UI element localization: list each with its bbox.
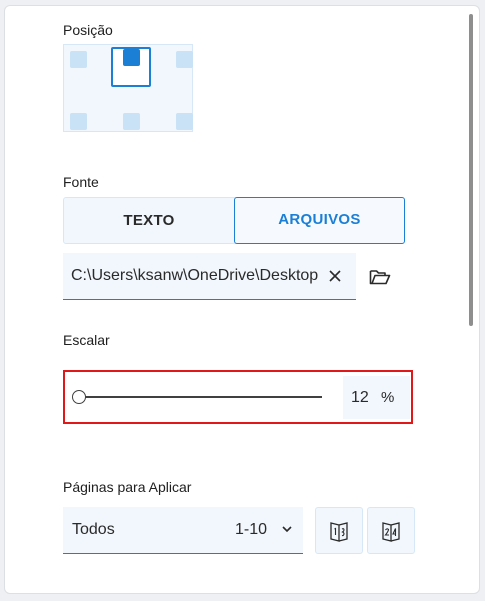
scale-slider-track[interactable] — [76, 396, 322, 398]
pages-selected-value[interactable]: Todos — [72, 521, 115, 539]
folder-open-icon[interactable] — [369, 268, 391, 286]
source-toggle: TEXTO ARQUIVOS — [63, 197, 405, 244]
position-bottom-center[interactable] — [123, 113, 140, 130]
position-bottom-right[interactable] — [176, 113, 193, 130]
even-pages-button[interactable] — [367, 507, 415, 554]
scale-label: Escalar — [63, 332, 110, 348]
position-top-right[interactable] — [176, 51, 193, 68]
file-path-field[interactable]: C:\Users\ksanw\OneDrive\Desktop — [63, 253, 356, 300]
source-text-button[interactable]: TEXTO — [64, 198, 234, 243]
file-path-value[interactable]: C:\Users\ksanw\OneDrive\Desktop — [71, 267, 319, 285]
position-top-left[interactable] — [70, 51, 87, 68]
scale-value[interactable]: 12 — [351, 389, 369, 407]
source-label: Fonte — [63, 174, 99, 190]
pages-range[interactable]: 1-10 — [235, 521, 267, 539]
position-bottom-left[interactable] — [70, 113, 87, 130]
chevron-down-icon[interactable] — [281, 524, 293, 534]
scale-unit: % — [381, 389, 395, 406]
even-pages-icon — [382, 522, 400, 542]
pages-select[interactable]: Todos 1-10 — [63, 507, 303, 554]
scrollbar-thumb[interactable] — [469, 14, 473, 326]
source-files-button[interactable]: ARQUIVOS — [234, 197, 405, 244]
position-label: Posição — [63, 22, 113, 38]
scale-input[interactable]: 12 % — [343, 376, 410, 419]
scrollbar[interactable] — [469, 12, 473, 588]
scale-slider-thumb[interactable] — [72, 390, 86, 404]
odd-pages-icon — [330, 522, 348, 542]
close-icon[interactable] — [326, 267, 344, 285]
odd-pages-button[interactable] — [315, 507, 363, 554]
position-grid — [63, 44, 193, 132]
position-top-center[interactable] — [123, 49, 140, 66]
pages-label: Páginas para Aplicar — [63, 479, 192, 495]
